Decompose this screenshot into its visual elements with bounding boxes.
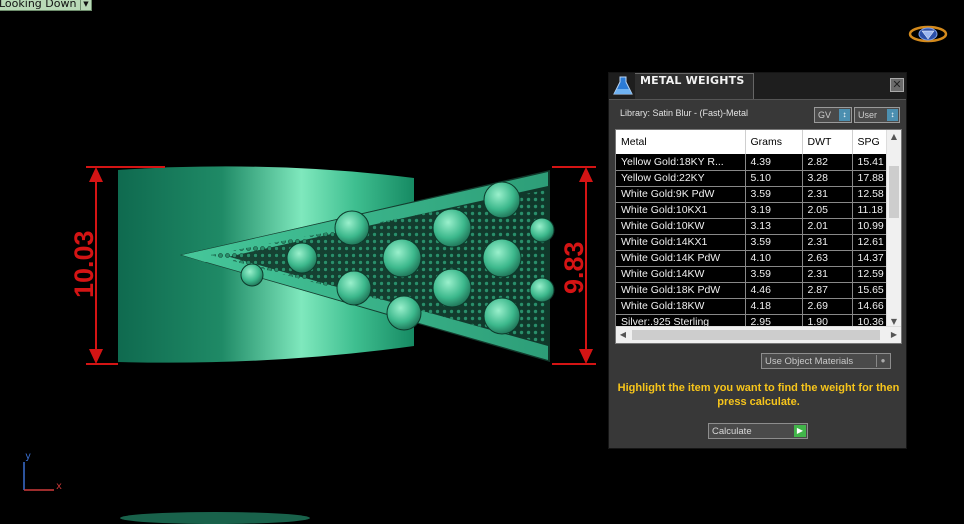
grams-cell: 3.59 (745, 234, 803, 251)
use-object-materials-toggle[interactable]: Use Object Materials ● (761, 353, 891, 369)
play-arrow-icon[interactable]: ▶ (794, 425, 806, 437)
spg-cell: 15.65 (852, 282, 889, 299)
table-row[interactable]: White Gold:14KW 3.59 2.31 12.59 (616, 266, 889, 283)
spg-cell: 11.18 (852, 202, 889, 219)
user-select-value: User (858, 110, 878, 120)
table-row[interactable]: White Gold:18KW 4.18 2.69 14.66 (616, 298, 889, 315)
spg-cell: 14.37 (852, 250, 889, 267)
dwt-cell: 2.31 (802, 234, 853, 251)
instruction-text: Highlight the item you want to find the … (617, 382, 900, 408)
vertical-scrollbar[interactable]: ▲ ▼ (886, 130, 901, 329)
gv-select-value: GV (818, 110, 832, 120)
model-edge-fragment (120, 512, 310, 524)
metal-cell: Yellow Gold:22KY (616, 170, 746, 187)
grams-cell: 3.59 (745, 186, 803, 203)
gv-select[interactable]: GV ↕ (814, 107, 852, 123)
calculate-label: Calculate (712, 425, 752, 437)
dwt-cell: 2.87 (802, 282, 853, 299)
table-row[interactable]: White Gold:18K PdW 4.46 2.87 15.65 (616, 282, 889, 299)
table-row[interactable]: White Gold:10KW 3.13 2.01 10.99 (616, 218, 889, 235)
calculate-button[interactable]: Calculate ▶ (708, 423, 808, 439)
weights-grid: Metal Grams DWT SPG Yellow Gold:18KY R..… (616, 130, 889, 331)
scroll-left-icon[interactable]: ◀ (616, 327, 630, 343)
dimension-right-label-svg: 9.83 (559, 241, 589, 294)
metal-cell: White Gold:10KX1 (616, 202, 746, 219)
axis-x-label: x (56, 481, 63, 492)
close-icon[interactable]: ✕ (890, 78, 904, 92)
metal-cell: White Gold:9K PdW (616, 186, 746, 203)
grams-cell: 4.18 (745, 298, 803, 315)
scroll-right-icon[interactable]: ▶ (887, 327, 901, 343)
horizontal-scrollbar[interactable]: ◀ ▶ (616, 326, 901, 343)
dwt-cell: 3.28 (802, 170, 853, 187)
toggle-icon[interactable]: ● (876, 355, 889, 367)
metal-weights-table[interactable]: Metal Grams DWT SPG Yellow Gold:18KY R..… (615, 129, 902, 344)
table-row[interactable]: White Gold:14K PdW 4.10 2.63 14.37 (616, 250, 889, 267)
metal-cell: White Gold:10KW (616, 218, 746, 235)
metal-cell: White Gold:14KW (616, 266, 746, 283)
grams-cell: 4.46 (745, 282, 803, 299)
dwt-cell: 2.31 (802, 266, 853, 283)
metal-cell: White Gold:18KW (616, 298, 746, 315)
axis-y-label: y (25, 451, 32, 462)
chevron-down-icon[interactable]: ↕ (887, 109, 898, 121)
metal-cell: Yellow Gold:18KY R... (616, 154, 746, 171)
dimension-right-value: 9.83 (559, 241, 589, 294)
spg-cell: 10.99 (852, 218, 889, 235)
metal-cell: White Gold:18K PdW (616, 282, 746, 299)
column-header[interactable]: SPG (852, 130, 889, 154)
scrollbar-thumb[interactable] (632, 330, 880, 340)
dimension-left-label-svg: 10.03 (69, 230, 99, 298)
axis-triad: y x (18, 451, 68, 496)
dwt-cell: 2.63 (802, 250, 853, 267)
table-row[interactable]: Yellow Gold:22KY 5.10 3.28 17.88 (616, 170, 889, 187)
column-header[interactable]: DWT (802, 130, 853, 154)
table-row[interactable]: White Gold:9K PdW 3.59 2.31 12.58 (616, 186, 889, 203)
panel-header[interactable]: METAL WEIGHTS ✕ (609, 73, 906, 100)
spg-cell: 17.88 (852, 170, 889, 187)
flask-logo-icon (613, 76, 633, 95)
library-label: Library: Satin Blur - (Fast)-Metal (620, 108, 749, 118)
table-row[interactable]: Yellow Gold:18KY R... 4.39 2.82 15.41 (616, 154, 889, 171)
navigation-cube-icon[interactable] (908, 22, 948, 46)
metal-weights-panel: METAL WEIGHTS ✕ Library: Satin Blur - (F… (608, 72, 907, 449)
panel-title: METAL WEIGHTS (640, 74, 745, 87)
metal-cell: White Gold:14KX1 (616, 234, 746, 251)
scroll-up-icon[interactable]: ▲ (887, 130, 901, 144)
grams-cell: 4.10 (745, 250, 803, 267)
dwt-cell: 2.01 (802, 218, 853, 235)
grams-cell: 3.13 (745, 218, 803, 235)
spg-cell: 12.61 (852, 234, 889, 251)
table-body: Yellow Gold:18KY R... 4.39 2.82 15.41 Yello… (616, 154, 889, 331)
spg-cell: 12.59 (852, 266, 889, 283)
grams-cell: 5.10 (745, 170, 803, 187)
grams-cell: 4.39 (745, 154, 803, 171)
spg-cell: 12.58 (852, 186, 889, 203)
metal-cell: White Gold:14K PdW (616, 250, 746, 267)
scrollbar-thumb[interactable] (889, 166, 899, 218)
spg-cell: 15.41 (852, 154, 889, 171)
column-header[interactable]: Grams (745, 130, 803, 154)
dwt-cell: 2.05 (802, 202, 853, 219)
table-row[interactable]: White Gold:10KX1 3.19 2.05 11.18 (616, 202, 889, 219)
dwt-cell: 2.82 (802, 154, 853, 171)
dwt-cell: 2.69 (802, 298, 853, 315)
grams-cell: 3.19 (745, 202, 803, 219)
chevron-down-icon[interactable]: ↕ (839, 109, 850, 121)
use-object-materials-label: Use Object Materials (765, 355, 854, 367)
dwt-cell: 2.31 (802, 186, 853, 203)
column-header[interactable]: Metal (616, 130, 746, 154)
grams-cell: 3.59 (745, 266, 803, 283)
dimension-left-value: 10.03 (69, 230, 99, 298)
user-select[interactable]: User ↕ (854, 107, 900, 123)
spg-cell: 14.66 (852, 298, 889, 315)
table-row[interactable]: White Gold:14KX1 3.59 2.31 12.61 (616, 234, 889, 251)
table-header-row: Metal Grams DWT SPG (616, 130, 889, 154)
